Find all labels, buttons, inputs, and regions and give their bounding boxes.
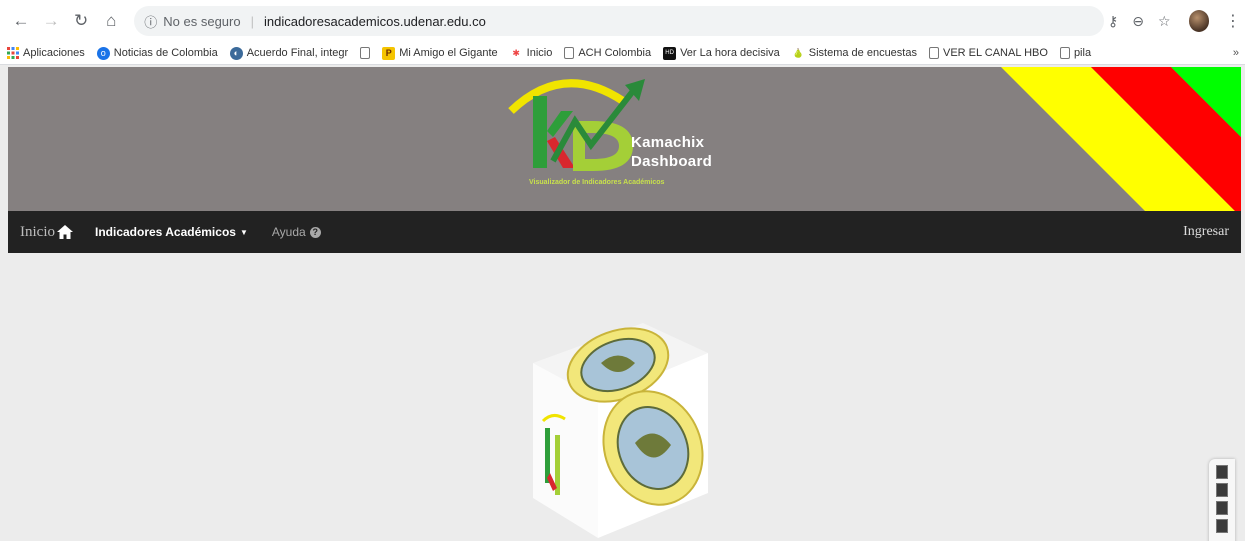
bookmark-ach[interactable]: ACH Colombia [564, 47, 651, 59]
zoom-icon[interactable]: ⊖ [1132, 13, 1144, 30]
bookmark-label: Aplicaciones [23, 47, 85, 59]
home-icon [57, 225, 73, 239]
bookmark-label: pila [1073, 47, 1092, 59]
bookmark-label: Sistema de encuestas [808, 47, 917, 59]
logo-line1: Kamachix [631, 134, 705, 151]
bookmark-inicio[interactable]: ✱ Inicio [510, 47, 553, 60]
bookmark-label: Mi Amigo el Gigante [399, 47, 498, 59]
menu-icon[interactable]: ⋮ [1225, 11, 1241, 31]
bookmark-mi-amigo[interactable]: P Mi Amigo el Gigante [382, 46, 498, 60]
home-button[interactable]: ⌂ [98, 7, 124, 35]
main-content [8, 253, 1241, 541]
nav-inicio[interactable]: Inicio [20, 224, 73, 241]
bookmark-hora-decisiva[interactable]: HD Ver La hora decisiva [663, 46, 780, 60]
apps-grid-icon [6, 47, 19, 60]
bookmark-label: Acuerdo Final, integr [246, 47, 349, 59]
side-toolbar [1209, 459, 1235, 541]
bookmark-label: Ver La hora decisiva [680, 47, 780, 59]
hd-icon: HD [663, 46, 677, 60]
bookmark-noticias[interactable]: o Noticias de Colombia [96, 46, 218, 60]
joomla-icon: ✱ [512, 47, 520, 58]
question-circle-icon: ? [309, 226, 321, 238]
website: Kamachix Dashboard Visualizador de Indic… [8, 67, 1241, 541]
survey-icon: 🍐 [792, 47, 804, 58]
nav-inicio-label: Inicio [20, 223, 55, 240]
nav-indicadores-dropdown[interactable]: Indicadores Académicos ▼ [95, 225, 248, 239]
side-tool-icon[interactable] [1216, 465, 1228, 479]
security-label: No es seguro [163, 13, 241, 29]
bookmark-acuerdo[interactable]: ◐ Acuerdo Final, integr [229, 46, 349, 60]
rotating-seal-cube [533, 323, 708, 538]
profile-avatar[interactable] [1188, 10, 1209, 32]
side-tool-icon[interactable] [1216, 483, 1228, 497]
nav-indicadores-label: Indicadores Académicos [95, 225, 236, 239]
reload-button[interactable]: ↻ [68, 7, 94, 35]
star-icon[interactable]: ☆ [1158, 13, 1171, 30]
login-link[interactable]: Ingresar [1183, 224, 1229, 240]
bookmarks-overflow-button[interactable]: » [1233, 47, 1239, 59]
nav-ayuda[interactable]: Ayuda ? [272, 225, 321, 239]
url-separator: | [250, 13, 254, 29]
page-icon [928, 47, 939, 59]
info-icon[interactable]: ⓘ [144, 12, 157, 31]
globe-icon: ◐ [229, 46, 243, 60]
page-icon [564, 47, 575, 59]
side-tool-icon[interactable] [1216, 501, 1228, 515]
logo-line2: Dashboard [631, 153, 713, 170]
bookmark-apps[interactable]: Aplicaciones [6, 47, 85, 60]
back-button[interactable]: ← [8, 7, 34, 35]
bookmark-label: Noticias de Colombia [113, 47, 218, 59]
p-icon: P [382, 46, 396, 60]
bookmark-label: Inicio [526, 47, 553, 59]
logo-subtitle: Visualizador de Indicadores Académicos [529, 179, 665, 186]
page-icon [360, 47, 371, 59]
bookmark-label: ACH Colombia [578, 47, 652, 59]
side-tool-icon[interactable] [1216, 519, 1228, 533]
key-icon[interactable]: ⚷ [1108, 13, 1118, 30]
browser-chrome: ← → ↻ ⌂ ⓘ No es seguro | indicadoresacad… [0, 0, 1245, 65]
address-bar-row: ← → ↻ ⌂ ⓘ No es seguro | indicadoresacad… [0, 0, 1245, 42]
forward-button[interactable]: → [38, 7, 64, 35]
header-banner: Kamachix Dashboard Visualizador de Indic… [8, 67, 1241, 211]
bookmark-label: VER EL CANAL HBO [942, 47, 1048, 59]
bookmark-encuestas[interactable]: 🍐 Sistema de encuestas [792, 47, 917, 60]
bookmark-pila[interactable]: pila [1059, 47, 1092, 59]
logo-title: Kamachix Dashboard [631, 133, 712, 171]
nav-ayuda-label: Ayuda [271, 225, 306, 239]
news-icon: o [96, 46, 110, 60]
page-icon [1059, 47, 1070, 59]
main-navbar: Inicio Indicadores Académicos ▼ Ayuda ? … [8, 211, 1241, 253]
url-text: indicadoresacademicos.udenar.edu.co [263, 13, 486, 29]
omnibox-actions: ⚷ ⊖ ☆ [1108, 13, 1171, 30]
bookmarks-bar: Aplicaciones o Noticias de Colombia ◐ Ac… [0, 42, 1245, 65]
caret-down-icon: ▼ [239, 227, 248, 237]
bookmark-blank[interactable] [360, 47, 371, 59]
bookmark-hbo[interactable]: VER EL CANAL HBO [928, 47, 1048, 59]
url-bar[interactable]: ⓘ No es seguro | indicadoresacademicos.u… [134, 6, 1104, 36]
flag-stripes [1001, 67, 1241, 211]
